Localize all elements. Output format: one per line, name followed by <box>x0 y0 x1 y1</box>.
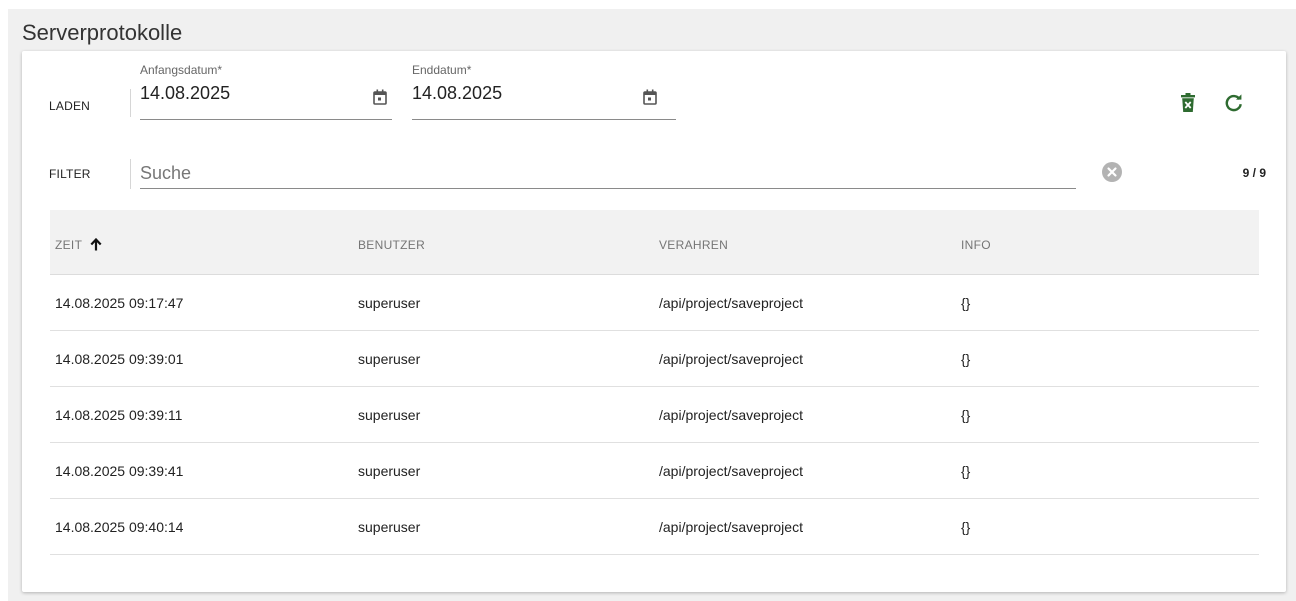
log-table: ZEIT BENUTZER VERAHREN INFO 14.08.2025 0… <box>50 210 1259 555</box>
page-background: Serverprotokolle LADEN Anfangsdatum* 14.… <box>8 9 1296 601</box>
table-header: ZEIT BENUTZER VERAHREN INFO <box>50 210 1259 275</box>
table-row[interactable]: 14.08.2025 09:39:41 superuser /api/proje… <box>50 443 1259 499</box>
end-date-label: Enddatum* <box>412 63 472 77</box>
arrow-up-icon <box>90 237 102 251</box>
refresh-icon <box>1225 94 1242 112</box>
cell-verfahren: /api/project/saveproject <box>659 351 803 367</box>
cell-zeit: 14.08.2025 09:17:47 <box>55 295 184 311</box>
column-label: ZEIT <box>55 238 82 252</box>
cell-info: {} <box>961 407 971 423</box>
cell-info: {} <box>961 295 971 311</box>
delete-logs-button[interactable] <box>1180 93 1196 113</box>
column-header-benutzer[interactable]: BENUTZER <box>358 238 425 252</box>
cell-zeit: 14.08.2025 09:39:01 <box>55 351 184 367</box>
column-header-zeit[interactable]: ZEIT <box>55 237 102 252</box>
cell-benutzer: superuser <box>358 351 421 367</box>
close-circle-icon <box>1107 167 1117 177</box>
cell-zeit: 14.08.2025 09:39:11 <box>55 407 183 423</box>
load-separator <box>130 89 131 117</box>
cell-verfahren: /api/project/saveproject <box>659 295 803 311</box>
start-date-underline <box>140 119 392 120</box>
cell-zeit: 14.08.2025 09:40:14 <box>55 519 184 535</box>
start-date-label: Anfangsdatum* <box>140 63 223 77</box>
server-log-card: LADEN Anfangsdatum* 14.08.2025 Enddatum*… <box>22 51 1286 592</box>
table-row[interactable]: 14.08.2025 09:39:01 superuser /api/proje… <box>50 331 1259 387</box>
result-count: 9 / 9 <box>1242 166 1266 180</box>
cell-info: {} <box>961 351 971 367</box>
cell-info: {} <box>961 519 971 535</box>
cell-verfahren: /api/project/saveproject <box>659 463 803 479</box>
end-date-field[interactable]: Enddatum* 14.08.2025 <box>412 63 676 120</box>
table-row[interactable]: 14.08.2025 09:40:14 superuser /api/proje… <box>50 499 1259 555</box>
load-label: LADEN <box>49 99 91 113</box>
cell-zeit: 14.08.2025 09:39:41 <box>55 463 184 479</box>
cell-benutzer: superuser <box>358 463 421 479</box>
end-date-value[interactable]: 14.08.2025 <box>412 83 502 104</box>
trash-x-icon <box>1181 93 1195 112</box>
page-title: Serverprotokolle <box>22 20 183 45</box>
clear-search-button[interactable] <box>1102 162 1122 182</box>
refresh-button[interactable] <box>1225 94 1243 112</box>
search-input[interactable] <box>140 159 1076 188</box>
end-date-underline <box>412 119 676 120</box>
start-date-field[interactable]: Anfangsdatum* 14.08.2025 <box>140 63 392 120</box>
search-field[interactable] <box>140 159 1076 189</box>
cell-verfahren: /api/project/saveproject <box>659 519 803 535</box>
table-row[interactable]: 14.08.2025 09:39:11 superuser /api/proje… <box>50 387 1259 443</box>
cell-benutzer: superuser <box>358 295 421 311</box>
start-date-value[interactable]: 14.08.2025 <box>140 83 230 104</box>
table-row[interactable]: 14.08.2025 09:17:47 superuser /api/proje… <box>50 275 1259 331</box>
cell-benutzer: superuser <box>358 519 421 535</box>
column-header-info[interactable]: INFO <box>961 238 991 252</box>
cell-benutzer: superuser <box>358 407 421 423</box>
cell-info: {} <box>961 463 971 479</box>
calendar-icon[interactable] <box>643 89 657 105</box>
calendar-icon[interactable] <box>373 89 387 105</box>
column-header-verahren[interactable]: VERAHREN <box>659 238 728 252</box>
cell-verfahren: /api/project/saveproject <box>659 407 803 423</box>
filter-separator <box>130 159 131 189</box>
filter-label: FILTER <box>49 167 91 181</box>
search-underline <box>140 188 1076 189</box>
